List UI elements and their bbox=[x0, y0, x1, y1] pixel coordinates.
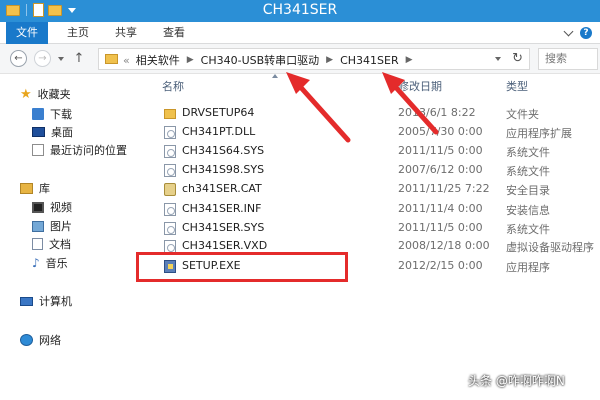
arrow-to-ch340-folder bbox=[286, 72, 351, 143]
annotation-arrows bbox=[286, 72, 439, 143]
arrow-to-ch341ser-folder bbox=[382, 72, 439, 135]
watermark: 头条 @咋啊咋啊N bbox=[468, 374, 565, 388]
